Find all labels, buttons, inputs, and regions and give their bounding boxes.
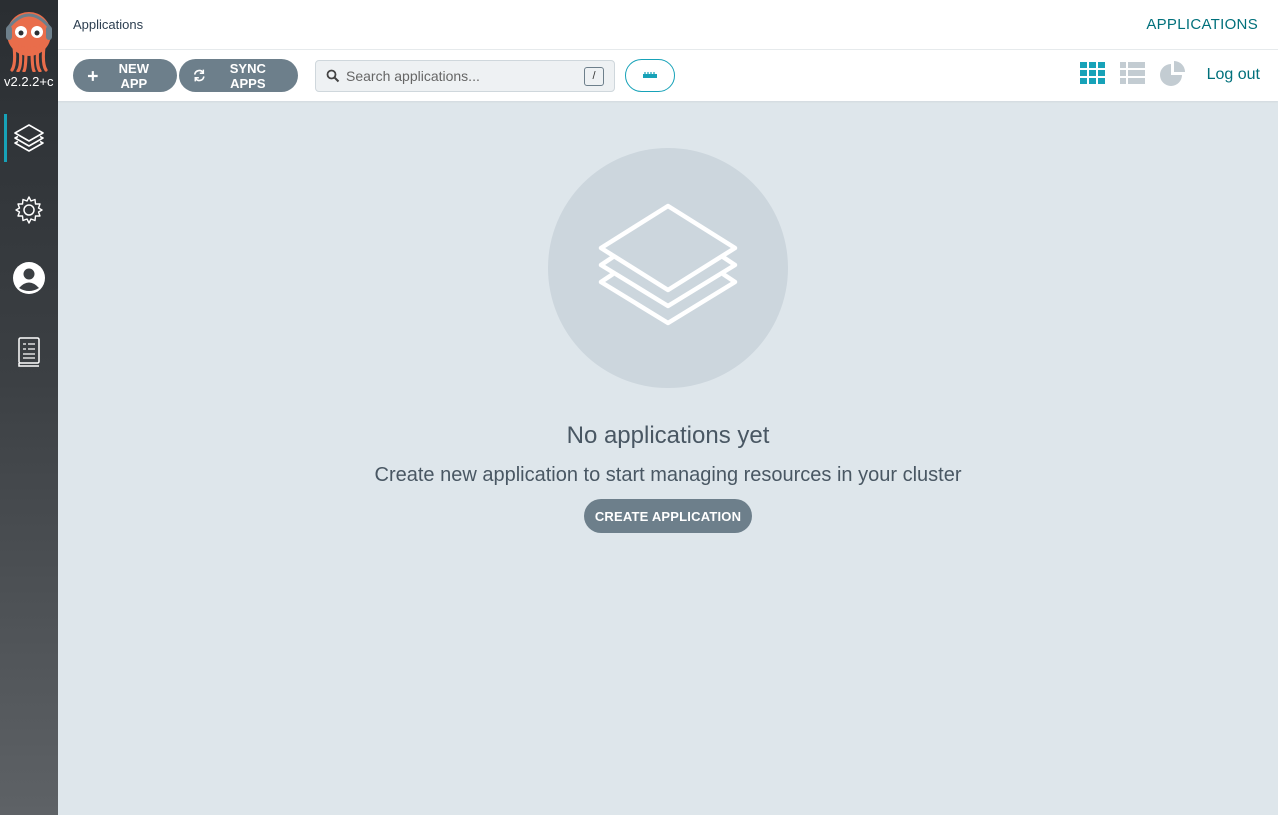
toolbar: NEW APP SYNC APPS / xyxy=(58,50,1278,101)
sidebar: v2.2.2+c xyxy=(0,0,58,815)
page-title: Applications xyxy=(73,17,144,32)
sync-icon xyxy=(193,69,205,82)
empty-state-title: No applications yet xyxy=(566,422,770,449)
sidebar-item-settings[interactable] xyxy=(0,184,58,236)
sidebar-item-user-info[interactable] xyxy=(0,252,58,304)
breadcrumb-applications[interactable]: APPLICATIONS xyxy=(1146,16,1258,33)
user-icon xyxy=(13,262,45,294)
create-application-button[interactable]: CREATE APPLICATION xyxy=(584,499,752,533)
empty-state-subtitle: Create new application to start managing… xyxy=(374,464,962,486)
search-box: / xyxy=(315,60,615,92)
argo-logo[interactable] xyxy=(4,8,54,72)
filter-icon xyxy=(643,71,657,78)
book-icon xyxy=(18,337,40,367)
list-icon xyxy=(1120,62,1145,84)
gear-icon xyxy=(15,196,43,224)
sync-apps-label: SYNC APPS xyxy=(229,60,266,91)
layers-icon xyxy=(598,203,738,326)
grid-icon xyxy=(1080,62,1105,84)
plus-icon xyxy=(87,70,98,81)
summary-view-button[interactable] xyxy=(1159,60,1187,88)
pie-chart-icon xyxy=(1160,61,1185,86)
sync-apps-button[interactable]: SYNC APPS xyxy=(179,59,298,92)
search-shortcut-hint: / xyxy=(584,67,604,86)
filter-toggle-button[interactable] xyxy=(625,59,675,92)
search-icon xyxy=(326,69,340,83)
list-view-button[interactable] xyxy=(1119,60,1147,88)
empty-state-illustration xyxy=(548,148,788,388)
new-app-label: NEW APP xyxy=(118,60,149,91)
layers-icon xyxy=(14,124,44,152)
tiles-view-button[interactable] xyxy=(1079,60,1107,88)
sidebar-item-documentation[interactable] xyxy=(0,326,58,378)
new-app-button[interactable]: NEW APP xyxy=(73,59,177,92)
sidebar-item-applications[interactable] xyxy=(0,112,58,164)
top-bar: Applications APPLICATIONS xyxy=(58,0,1278,50)
version-label: v2.2.2+c xyxy=(4,74,54,89)
logout-link[interactable]: Log out xyxy=(1207,66,1260,84)
search-input[interactable] xyxy=(346,61,576,91)
